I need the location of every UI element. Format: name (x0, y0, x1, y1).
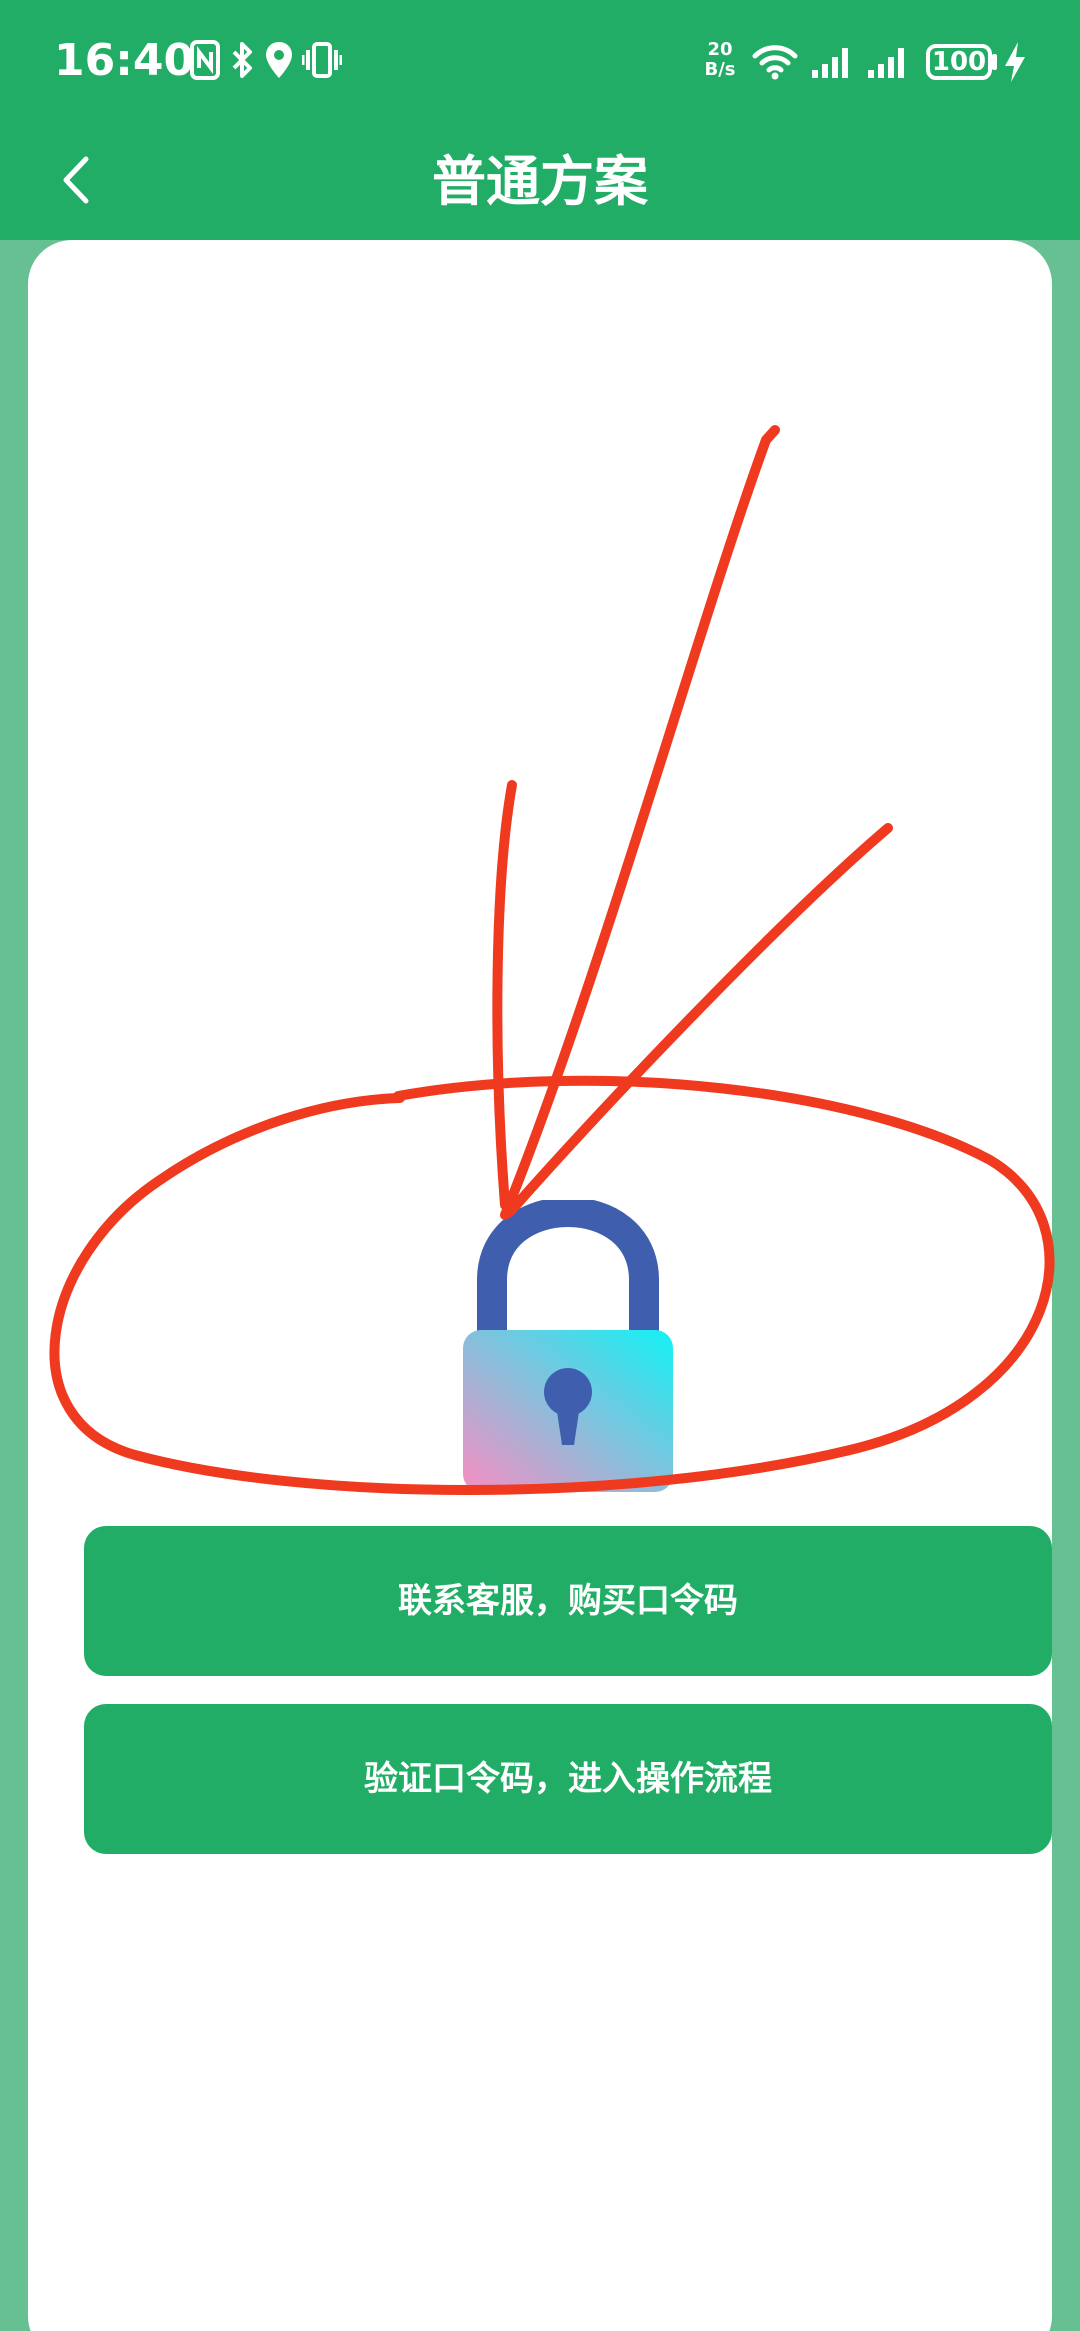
back-button[interactable] (50, 145, 110, 215)
signal-icon (868, 48, 904, 78)
chevron-left-icon (63, 156, 89, 204)
lock-icon (458, 1196, 678, 1500)
header: 16:40 20 B/s 100 普通方案 (0, 0, 1080, 240)
battery-tip (992, 54, 997, 70)
content-card: 联系客服，购买口令码 验证口令码，进入操作流程 (28, 240, 1052, 2331)
title-bar: 普通方案 (0, 125, 1080, 240)
battery-level: 100 (931, 47, 987, 77)
status-right-icons: 20 B/s 100 (700, 38, 1030, 86)
vibrate-icon (302, 42, 342, 78)
app-screen: 16:40 20 B/s 100 普通方案 联系客服，购买口令码 验证口令码，进… (0, 0, 1080, 2331)
status-bar: 16:40 20 B/s 100 (0, 0, 1080, 125)
page-title: 普通方案 (432, 150, 648, 213)
network-speed-unit: B/s (704, 59, 736, 80)
signal-icon (812, 48, 848, 78)
verify-code-button[interactable]: 验证口令码，进入操作流程 (84, 1704, 1052, 1854)
contact-support-buy-code-button[interactable]: 联系客服，购买口令码 (84, 1526, 1052, 1676)
location-icon (266, 42, 292, 78)
wifi-icon (752, 45, 798, 80)
battery-icon: 100 (926, 44, 992, 80)
status-time: 16:40 (54, 35, 195, 86)
bluetooth-icon (232, 42, 252, 78)
network-speed: 20 B/s (700, 40, 740, 80)
nfc-icon (190, 40, 220, 80)
network-speed-value: 20 (707, 39, 733, 60)
charging-icon (1005, 42, 1025, 82)
